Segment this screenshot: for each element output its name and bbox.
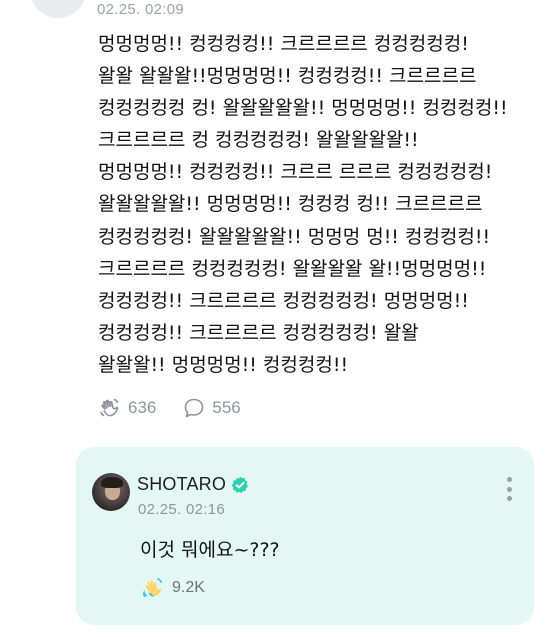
hand-wave-icon — [100, 398, 119, 417]
reply-avatar[interactable] — [92, 473, 130, 511]
reply-text: 이것 뭐에요~??? — [140, 539, 280, 561]
verified-badge-icon — [231, 476, 249, 493]
reply-card[interactable]: SHOTARO 02.25. 02:16 이것 뭐에요~??? 9.2K — [76, 447, 534, 625]
post-line: 컹컹컹컹!! 크르르르르 컹컹컹컹컹! 왈왈 — [98, 321, 419, 344]
post-line: 컹컹컹컹컹! 왈왈왈왈왈!! 멍멍멍 멍!! 컹컹컹컹!! — [98, 225, 491, 248]
like-button[interactable]: 636 — [98, 396, 156, 420]
speech-bubble-icon — [185, 398, 204, 418]
post-line: 멍멍멍멍!! 컹컹컹컹!! 크르르르르 컹컹컹컹컹! — [98, 33, 469, 55]
post-line: 멍멍멍멍!! 컹컹컹컹!! 크르르 르르르 컹컹컹컹컹! — [98, 161, 493, 184]
post-timestamp: 02.25. 02:09 — [97, 1, 185, 18]
like-count: 636 — [128, 398, 157, 417]
colored-hand-wave-icon — [143, 578, 162, 597]
reply-timestamp: 02.25. 02:16 — [138, 501, 226, 518]
post-line: 크르르르르 컹컹컹컹컹! 왈왈왈왈 왈!!멍멍멍멍!! — [98, 257, 487, 280]
post-actions: 636 556 — [98, 395, 267, 421]
post-line: 컹컹컹컹!! 크르르르르 컹컹컹컹컹! 멍멍멍멍!! — [98, 289, 469, 312]
post-line: 왈왈왈왈왈!! 멍멍멍멍!! 컹컹컹 컹!! 크르르르르 — [98, 193, 483, 216]
author-avatar[interactable] — [30, 0, 86, 18]
post-line: 크르르르르 컹 컹컹컹컹컹! 왈왈왈왈왈!! — [98, 129, 419, 152]
post-line: 왈왈 왈왈왈!!멍멍멍멍!! 컹컹컹컹!! 크르르르르 — [98, 65, 477, 88]
post-content: 멍멍멍멍!! 컹컹컹컹!! 크르르르르 컹컹컹컹컹! 왈왈 왈왈왈!!멍멍멍멍!… — [98, 28, 538, 381]
post-line: 컹컹컹컹컹 컹! 왈왈왈왈왈!! 멍멍멍멍!! 컹컹컹컹!! — [98, 97, 508, 120]
reply-author-name: SHOTARO — [137, 474, 227, 494]
reply-author[interactable]: SHOTARO — [137, 474, 250, 495]
reply-like-button[interactable]: 9.2K — [140, 575, 205, 601]
reply-like-count: 9.2K — [172, 579, 205, 596]
comment-button[interactable]: 556 — [182, 396, 241, 420]
more-vertical-icon[interactable] — [506, 477, 512, 501]
comment-count: 556 — [212, 398, 241, 417]
post-line: 왈왈왈!! 멍멍멍멍!! 컹컹컹컹!! — [98, 353, 349, 376]
